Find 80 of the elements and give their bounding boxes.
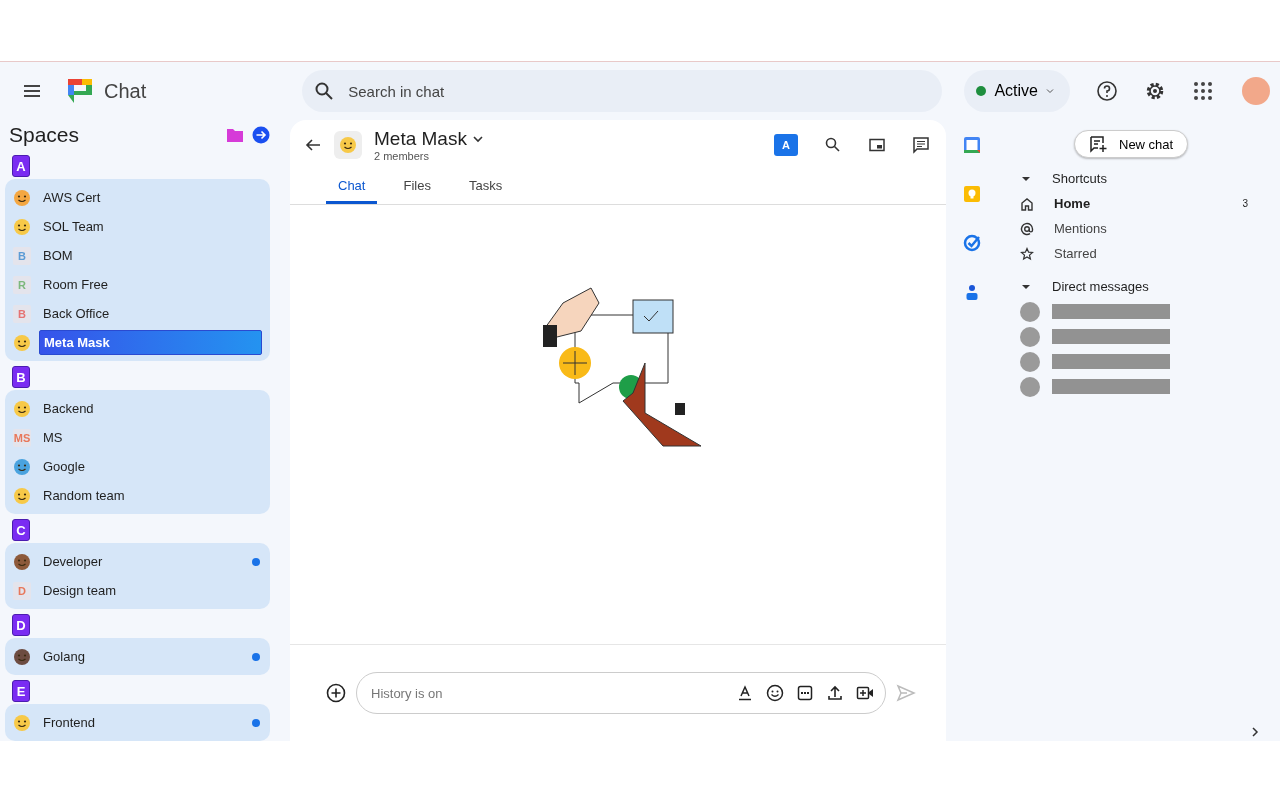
chat-logo-icon [66, 77, 94, 105]
group-letter-badge: C [12, 519, 30, 541]
tab[interactable]: Tasks [456, 172, 515, 204]
picture-in-picture-icon[interactable] [868, 136, 886, 154]
star-icon [1020, 246, 1034, 261]
space-item[interactable]: MS [39, 426, 262, 449]
redacted-avatar [1020, 376, 1040, 397]
help-icon[interactable] [1096, 80, 1118, 102]
search-field[interactable]: Search in chat [302, 70, 943, 112]
chevron-right-icon[interactable] [1250, 727, 1260, 737]
space-item[interactable]: Back Office [39, 302, 262, 325]
text-format-icon[interactable] [736, 684, 754, 702]
space-item[interactable]: AWS Cert [39, 186, 262, 209]
emoji-icon [339, 136, 357, 154]
space-avatar: B [13, 246, 31, 265]
space-item[interactable]: Backend [39, 397, 262, 420]
group-letter-badge: E [12, 680, 30, 702]
emoji-icon [13, 399, 31, 418]
apps-grid-icon[interactable] [1192, 80, 1214, 102]
emoji-icon [13, 552, 31, 571]
status-dropdown[interactable]: Active [964, 70, 1070, 112]
add-icon[interactable] [326, 683, 346, 703]
spaces-title: Spaces [9, 123, 81, 147]
new-chat-icon [1089, 135, 1107, 153]
space-avatar: R [13, 275, 31, 294]
tab[interactable]: Chat [326, 172, 378, 204]
chevron-down-icon[interactable] [472, 134, 483, 144]
at-sign-icon [1020, 221, 1034, 236]
shortcut-item[interactable]: Starred [1054, 246, 1248, 261]
emoji-icon [13, 188, 31, 207]
space-avatar: MS [13, 428, 31, 447]
redacted-avatar [1020, 301, 1040, 322]
space-item[interactable]: Developer [39, 550, 244, 573]
video-call-icon[interactable] [856, 684, 874, 702]
emoji-icon [13, 486, 31, 505]
section-title[interactable]: Direct messages [1052, 279, 1149, 294]
search-icon[interactable] [824, 136, 842, 154]
space-avatar: B [13, 304, 31, 323]
member-count: 2 members [374, 150, 431, 162]
space-avatar: D [13, 581, 31, 600]
emoji-icon [13, 457, 31, 476]
new-chat-button[interactable]: New chat [1074, 130, 1189, 158]
group-letter-badge: B [12, 366, 30, 388]
space-item[interactable]: Frontend [39, 711, 244, 734]
home-icon [1020, 196, 1034, 211]
message-field[interactable]: History is on [356, 672, 886, 714]
space-badge-button[interactable]: A [774, 134, 798, 156]
redacted-avatar [1020, 351, 1040, 372]
group-letter-badge: A [12, 155, 30, 177]
space-item[interactable]: BOM [39, 244, 262, 267]
calendar-icon[interactable] [963, 136, 981, 154]
thread-icon[interactable] [912, 136, 930, 154]
space-item[interactable]: Room Free [39, 273, 262, 296]
emoji-icon [13, 217, 31, 236]
redacted-avatar [1020, 326, 1040, 347]
folder-icon[interactable] [226, 127, 244, 143]
space-item[interactable]: Design team [39, 579, 262, 602]
space-title: Meta Mask [374, 128, 467, 150]
shortcut-item[interactable]: Mentions [1054, 221, 1248, 236]
arrow-right-icon[interactable] [252, 126, 270, 144]
chevron-down-icon [1046, 87, 1054, 95]
space-item[interactable]: SOL Team [39, 215, 262, 238]
shortcut-item[interactable]: Home [1054, 196, 1223, 211]
search-icon [314, 81, 335, 101]
emoji-icon [13, 713, 31, 732]
space-item[interactable]: Random team [39, 484, 262, 507]
emoji-icon[interactable] [766, 684, 784, 702]
settings-icon[interactable] [1144, 80, 1166, 102]
emoji-icon [13, 647, 31, 666]
section-title[interactable]: Shortcuts [1052, 171, 1107, 186]
space-item[interactable]: Golang [39, 645, 244, 668]
app-name: Chat [104, 79, 147, 103]
tab[interactable]: Files [391, 172, 443, 204]
group-letter-badge: D [12, 614, 30, 636]
unread-count: 3 [1242, 198, 1248, 209]
emoji-icon [13, 333, 31, 352]
space-item[interactable]: Google [39, 455, 262, 478]
tasks-check-icon[interactable] [963, 234, 981, 252]
upload-icon[interactable] [826, 684, 844, 702]
space-item[interactable]: Meta Mask [39, 330, 262, 355]
